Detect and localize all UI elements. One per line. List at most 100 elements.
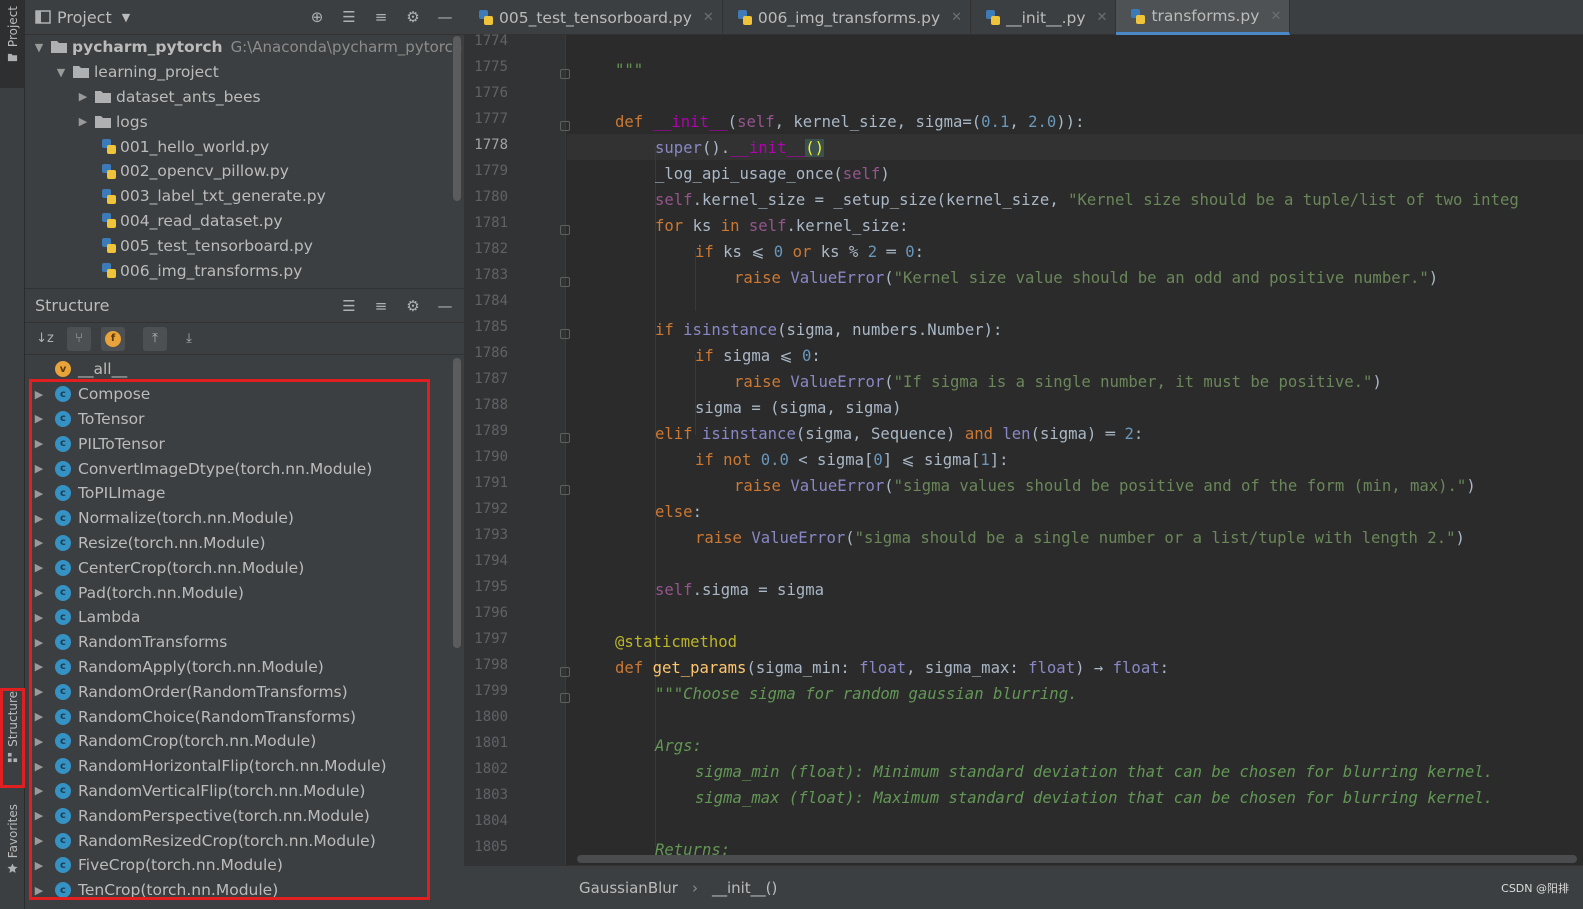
chevron-right-icon[interactable]: ▶ [75,114,91,130]
chevron-right-icon[interactable]: ▶ [31,560,47,576]
collapse-all-icon[interactable]: ≡ [372,297,390,315]
structure-class[interactable]: ▶ c Resize(torch.nn.Module) [25,531,464,556]
chevron-right-icon[interactable]: ▶ [31,659,47,675]
chevron-right-icon[interactable]: ▶ [31,510,47,526]
editor-tab[interactable]: 006_img_transforms.py ✕ [723,0,972,35]
chevron-right-icon[interactable]: ▶ [31,386,47,402]
structure-class[interactable]: ▶ c FiveCrop(torch.nn.Module) [25,853,464,878]
show-inherited-icon[interactable]: ⑂ [67,326,91,351]
structure-scrollbar[interactable] [453,358,461,648]
code-editor[interactable]: """ def __init__(self, kernel_size, sigm… [567,35,1583,865]
tree-file[interactable]: 003_label_txt_generate.py [25,184,464,209]
tree-root[interactable]: ▼ pycharm_pytorch G:\Anaconda\pycharm_py… [25,35,464,60]
structure-class[interactable]: ▶ c ConvertImageDtype(torch.nn.Module) [25,456,464,481]
structure-class[interactable]: ▶ c Lambda [25,605,464,630]
editor-tab[interactable]: __init__.py ✕ [971,0,1117,35]
structure-class[interactable]: ▶ c Compose [25,382,464,407]
chevron-right-icon[interactable]: ▶ [31,857,47,873]
hide-icon[interactable]: — [436,8,454,26]
structure-class[interactable]: ▶ c RandomVerticalFlip(torch.nn.Module) [25,779,464,804]
breadcrumb-class[interactable]: GaussianBlur [579,879,678,897]
structure-class[interactable]: ▶ c RandomApply(torch.nn.Module) [25,655,464,680]
editor-tab[interactable]: 005_test_tensorboard.py ✕ [464,0,723,35]
file-name: 003_label_txt_generate.py [120,187,326,206]
chevron-right-icon[interactable]: ▶ [31,684,47,700]
chevron-down-icon[interactable]: ▼ [53,64,69,80]
chevron-right-icon[interactable]: ▶ [31,634,47,650]
chevron-right-icon[interactable]: ▶ [31,833,47,849]
tree-file[interactable]: 006_img_transforms.py [25,258,464,283]
tree-folder[interactable]: ▶ dataset_ants_bees [25,85,464,110]
horizontal-scrollbar[interactable] [577,855,1577,863]
project-scrollbar[interactable] [453,36,461,201]
tree-file[interactable]: 001_hello_world.py [25,134,464,159]
structure-class[interactable]: ▶ c RandomResizedCrop(torch.nn.Module) [25,828,464,853]
gear-icon[interactable]: ⚙ [404,297,422,315]
chevron-right-icon[interactable]: ▶ [31,783,47,799]
hide-icon[interactable]: — [436,297,454,315]
chevron-right-icon[interactable]: ▶ [31,609,47,625]
structure-class[interactable]: ▶ c ToTensor [25,407,464,432]
structure-class[interactable]: ▶ c CenterCrop(torch.nn.Module) [25,555,464,580]
chevron-right-icon[interactable]: ▶ [31,709,47,725]
expand-all-icon[interactable]: ☰ [340,8,358,26]
structure-class[interactable]: ▶ c RandomOrder(RandomTransforms) [25,679,464,704]
close-icon[interactable]: ✕ [1097,10,1108,25]
folder-name: learning_project [94,63,219,82]
structure-class[interactable]: ▶ c ToPILImage [25,481,464,506]
structure-class[interactable]: ▶ c RandomCrop(torch.nn.Module) [25,729,464,754]
structure-class[interactable]: ▶ c TenCrop(torch.nn.Module) [25,878,464,903]
project-tool-tab[interactable]: Project [0,0,25,88]
class-name: RandomOrder(RandomTransforms) [78,682,348,701]
chevron-right-icon[interactable]: ▶ [31,485,47,501]
chevron-right-icon[interactable]: ▶ [31,461,47,477]
gear-icon[interactable]: ⚙ [404,8,422,26]
structure-class[interactable]: ▶ c RandomPerspective(torch.nn.Module) [25,803,464,828]
structure-class[interactable]: ▶ c RandomTransforms [25,630,464,655]
tree-folder[interactable]: ▶ logs [25,109,464,134]
favorites-tool-tab[interactable]: Favorites [0,804,25,894]
locate-icon[interactable]: ⊕ [308,8,326,26]
chevron-right-icon[interactable]: ▶ [31,411,47,427]
close-icon[interactable]: ✕ [703,10,714,25]
chevron-right-icon[interactable]: ▶ [31,733,47,749]
autoscroll-from-source-icon[interactable]: ⤓ [177,327,201,351]
chevron-down-icon[interactable]: ▼ [122,11,130,24]
breadcrumb-method[interactable]: __init__() [712,879,777,897]
tree-file[interactable]: 004_read_dataset.py [25,209,464,234]
tree-folder[interactable]: ▼ learning_project [25,60,464,85]
chevron-right-icon[interactable]: ▶ [75,89,91,105]
structure-class[interactable]: ▶ c PILToTensor [25,431,464,456]
expand-all-icon[interactable]: ☰ [340,297,358,315]
tree-file[interactable]: 002_opencv_pillow.py [25,159,464,184]
close-icon[interactable]: ✕ [1270,9,1281,24]
chevron-right-icon[interactable]: ▶ [31,882,47,898]
project-window-icon [35,10,51,24]
show-fields-icon[interactable]: f [101,326,125,351]
collapse-all-icon[interactable]: ≡ [372,8,390,26]
tree-file[interactable]: 005_test_tensorboard.py [25,233,464,258]
chevron-right-icon[interactable]: ▶ [31,758,47,774]
folder-icon [7,53,18,62]
editor-tab[interactable]: transforms.py ✕ [1116,0,1291,35]
chevron-right-icon[interactable]: ▶ [31,535,47,551]
structure-class[interactable]: ▶ c Normalize(torch.nn.Module) [25,506,464,531]
structure-class[interactable]: ▶ c RandomHorizontalFlip(torch.nn.Module) [25,754,464,779]
structure-variable[interactable]: v __all__ [25,357,464,382]
project-panel-title[interactable]: Project [57,8,112,27]
line-number: 1786 [474,345,508,361]
chevron-right-icon[interactable]: ▶ [31,585,47,601]
chevron-right-icon[interactable]: ▶ [31,436,47,452]
code-line-1790: if not 0.0 < sigma[0] ⩽ sigma[1]: [695,451,1009,469]
line-number: 1785 [474,319,508,335]
folder-name: dataset_ants_bees [116,87,261,106]
chevron-right-icon[interactable]: ▶ [31,808,47,824]
autoscroll-to-source-icon[interactable]: ⤒ [143,326,167,351]
structure-class[interactable]: ▶ c Pad(torch.nn.Module) [25,580,464,605]
structure-tool-tab[interactable]: Structure [0,688,25,788]
structure-class[interactable]: ▶ c RandomChoice(RandomTransforms) [25,704,464,729]
sort-alpha-icon[interactable]: ↓z [33,327,57,351]
chevron-down-icon[interactable]: ▼ [31,39,47,55]
code-line-1799: """Choose sigma for random gaussian blur… [655,685,1078,703]
close-icon[interactable]: ✕ [951,10,962,25]
